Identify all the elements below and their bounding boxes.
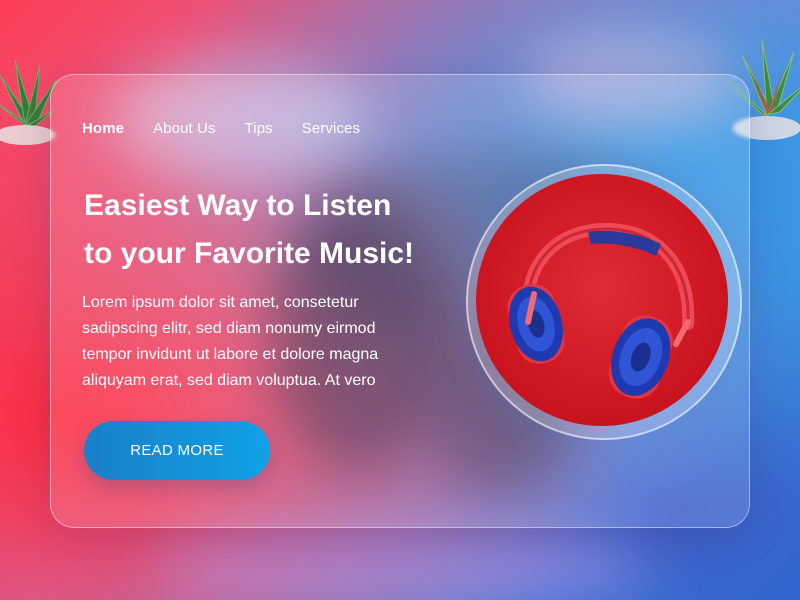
nav-item-tips[interactable]: Tips — [245, 120, 273, 138]
nav-item-home[interactable]: Home — [82, 120, 124, 138]
background-light-blob — [150, 520, 650, 600]
nav-item-about-us[interactable]: About Us — [153, 120, 216, 138]
nav-item-services[interactable]: Services — [302, 120, 360, 138]
hero-description-line: sadipscing elitr, sed diam nonumy eirmod — [82, 320, 376, 337]
read-more-button[interactable]: READ MORE — [84, 421, 270, 480]
hero-image — [476, 174, 728, 426]
hero-description: Lorem ipsum dolor sit amet, consetetur s… — [82, 290, 442, 394]
main-nav: Home About Us Tips Services — [82, 120, 389, 138]
headphones-icon — [507, 222, 695, 399]
hero-description-line: aliquyam erat, sed diam voluptua. At ver… — [82, 372, 376, 389]
hero-headline: Easiest Way to Listen to your Favorite M… — [84, 182, 464, 278]
hero-description-line: Lorem ipsum dolor sit amet, consetetur — [82, 294, 359, 311]
hero-headline-line: Easiest Way to Listen — [84, 189, 392, 222]
hero-description-line: tempor invidunt ut labore et dolore magn… — [82, 346, 379, 363]
hero-headline-line: to your Favorite Music! — [84, 237, 415, 270]
